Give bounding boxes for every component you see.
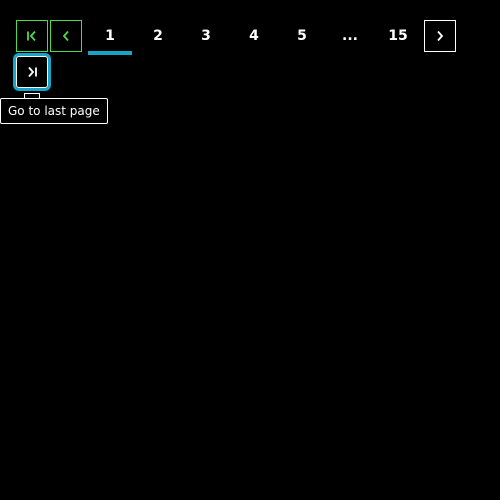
tooltip: Go to last page bbox=[0, 98, 108, 124]
page-ellipsis: ... bbox=[342, 28, 358, 44]
pagination: 1 2 3 4 5 ... 15 bbox=[16, 20, 486, 100]
previous-page-button[interactable] bbox=[50, 20, 82, 52]
last-page-button[interactable] bbox=[16, 56, 48, 88]
chevron-left-icon bbox=[62, 30, 69, 42]
chevron-right-icon bbox=[437, 30, 444, 42]
page-5[interactable]: 5 bbox=[280, 20, 324, 52]
page-1[interactable]: 1 bbox=[88, 20, 132, 55]
page-15[interactable]: 15 bbox=[376, 20, 420, 52]
next-page-button[interactable] bbox=[424, 20, 456, 52]
first-page-icon bbox=[27, 30, 36, 42]
first-page-button[interactable] bbox=[16, 20, 48, 52]
last-page-icon bbox=[28, 66, 37, 78]
page-4[interactable]: 4 bbox=[232, 20, 276, 52]
page-2[interactable]: 2 bbox=[136, 20, 180, 52]
page-3[interactable]: 3 bbox=[184, 20, 228, 52]
